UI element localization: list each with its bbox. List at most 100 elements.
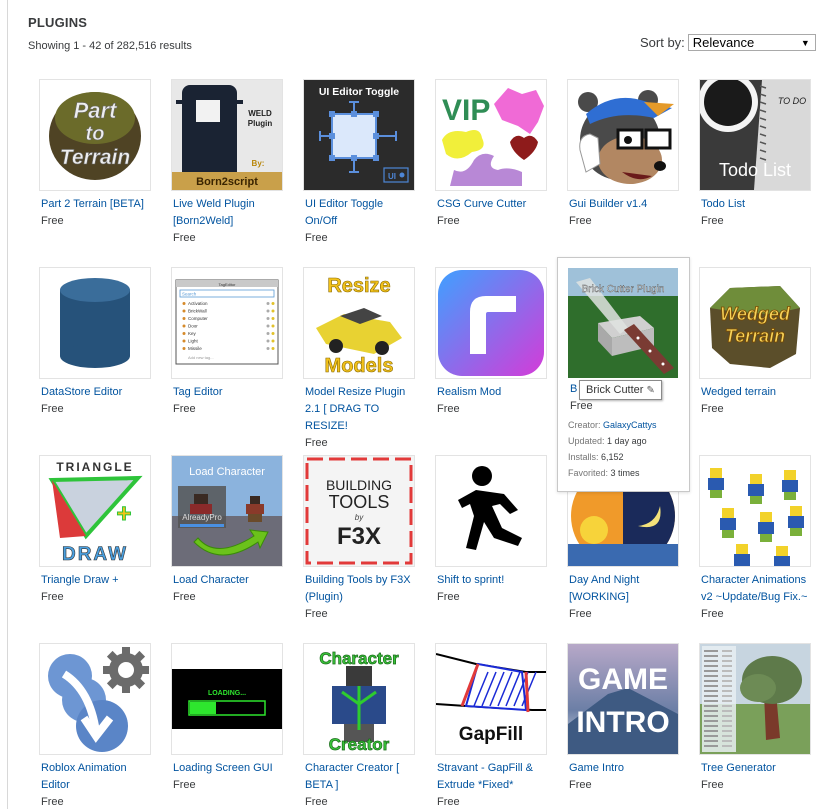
name-tooltip: Brick Cutter ✎ — [579, 380, 662, 400]
plugin-name-link[interactable]: Gui Builder v1.4 — [567, 196, 681, 213]
thumb-text: Todo List — [719, 160, 791, 180]
plugin-name-link[interactable]: Game Intro — [567, 760, 681, 777]
plugin-thumbnail-load-character[interactable]: Load Character AlreadyPro — [171, 455, 283, 567]
creator-row: Creator: GalaxyCattys — [568, 420, 657, 430]
plugin-price: Free — [305, 608, 328, 620]
plugin-price: Free — [437, 403, 460, 415]
thumb-text: Door — [188, 324, 198, 329]
thumb-text: BUILDING — [326, 477, 392, 493]
plugin-name-link[interactable]: Day And Night [WORKING] — [567, 572, 681, 606]
thumb-text: GapFill — [459, 724, 523, 745]
plugin-thumbnail-gapfill[interactable]: GapFill — [435, 643, 547, 755]
plugin-card[interactable]: WELD Plugin By: Born2script Live Weld Pl… — [171, 79, 283, 247]
plugin-thumbnail-realism-r-logo[interactable] — [435, 267, 547, 379]
plugin-thumbnail-todo-list[interactable]: TO DO Todo List — [699, 79, 811, 191]
plugin-card[interactable]: BUILDING TOOLS by F3X Building Tools by … — [303, 455, 415, 623]
thumb-text: Load Character — [189, 466, 265, 478]
plugin-card[interactable]: GAME INTRO Game Intro Free — [567, 643, 679, 794]
plugin-name-link[interactable]: B — [570, 383, 577, 395]
thumb-text: AlreadyPro — [182, 513, 222, 522]
plugin-hover-card[interactable]: Brick Cutter Plugin B Free Creator: Gala… — [557, 257, 690, 492]
plugin-thumbnail-triangle-draw[interactable]: TRIANGLE + DRAW — [39, 455, 151, 567]
plugin-thumbnail-building-tools-f3x[interactable]: BUILDING TOOLS by F3X — [303, 455, 415, 567]
plugin-card[interactable]: Character Animations v2 ~Update/Bug Fix.… — [699, 455, 811, 623]
plugin-name-link[interactable]: Part 2 Terrain [BETA] — [39, 196, 153, 213]
plugin-card[interactable]: Realism Mod Free — [435, 267, 547, 418]
plugin-name-link[interactable]: CSG Curve Cutter — [435, 196, 549, 213]
plugin-thumbnail-csg-shapes[interactable]: VIP — [435, 79, 547, 191]
plugin-thumbnail-wedged-terrain[interactable]: Wedged Terrain — [699, 267, 811, 379]
thumb-text: Light — [188, 339, 199, 344]
thumb-text: By: — [252, 159, 265, 168]
thumb-text: + — [116, 498, 131, 528]
plugin-thumbnail-resize-models-taxi[interactable]: Resize Models — [303, 267, 415, 379]
updated-row: Updated: 1 day ago — [568, 436, 647, 446]
plugin-name-link[interactable]: Model Resize Plugin 2.1 [ DRAG TO RESIZE… — [303, 384, 417, 435]
plugin-thumbnail-character-animations[interactable] — [699, 455, 811, 567]
plugin-name-link[interactable]: Live Weld Plugin [Born2Weld] — [171, 196, 285, 230]
plugin-card[interactable]: Gui Builder v1.4 Free — [567, 79, 679, 230]
plugin-name-link[interactable]: Todo List — [699, 196, 813, 213]
plugin-price: Free — [437, 591, 460, 603]
plugin-thumbnail-brick-cutter[interactable]: Brick Cutter Plugin — [568, 268, 678, 378]
plugin-name-link[interactable]: Loading Screen GUI — [171, 760, 285, 777]
plugin-thumbnail-datastore-cylinder[interactable] — [39, 267, 151, 379]
plugin-name-link[interactable]: Roblox Animation Editor — [39, 760, 153, 794]
plugin-card[interactable]: Character Creator Character Creator [ BE… — [303, 643, 415, 811]
plugin-card[interactable]: TRIANGLE + DRAW Triangle Draw + Free — [39, 455, 151, 606]
plugin-card[interactable]: UI Editor Toggle UI UI Editor Toggle On/… — [303, 79, 415, 247]
plugin-thumbnail-ui-editor-toggle[interactable]: UI Editor Toggle UI — [303, 79, 415, 191]
plugin-card[interactable]: VIP CSG Curve Cutter Free — [435, 79, 547, 230]
thumb-text: INTRO — [576, 706, 669, 739]
plugin-name-link[interactable]: Shift to sprint! — [435, 572, 549, 589]
updated-label: Updated: — [568, 436, 605, 446]
sort-dropdown[interactable]: Relevance ▼ — [687, 34, 816, 51]
plugin-card[interactable]: TagEditor Search Activation BrickWall Comp… — [171, 267, 283, 418]
plugin-card[interactable]: Resize Models Model Resize Plugin 2.1 [ … — [303, 267, 415, 452]
plugin-thumbnail-bear-mascot[interactable] — [567, 79, 679, 191]
plugin-card[interactable]: Roblox Animation Editor Free — [39, 643, 151, 811]
plugin-thumbnail-weld-plugin[interactable]: WELD Plugin By: Born2script — [171, 79, 283, 191]
plugin-name-link[interactable]: DataStore Editor — [39, 384, 153, 401]
plugin-name-link[interactable]: Tag Editor — [171, 384, 285, 401]
plugin-name-link[interactable]: Triangle Draw + — [39, 572, 153, 589]
plugin-card[interactable]: DataStore Editor Free — [39, 267, 151, 418]
plugin-thumbnail-tag-editor-window[interactable]: TagEditor Search Activation BrickWall Comp… — [171, 267, 283, 379]
plugin-thumbnail-part-to-terrain[interactable]: Part to Terrain — [39, 79, 151, 191]
plugin-card[interactable]: TO DO Todo List Todo List Free — [699, 79, 811, 230]
plugin-price: Free — [305, 437, 328, 449]
thumb-text: BrickWall — [188, 309, 207, 314]
plugin-name-link[interactable]: Wedged terrain — [699, 384, 813, 401]
plugin-card[interactable]: LOADING... Loading Screen GUI Free — [171, 643, 283, 794]
plugin-card[interactable]: Tree Generator Free — [699, 643, 811, 794]
plugin-name-link[interactable]: Building Tools by F3X (Plugin) — [303, 572, 417, 606]
plugin-card[interactable]: GapFill Stravant - GapFill & Extrude *Fi… — [435, 643, 547, 811]
plugin-name-link[interactable]: Realism Mod — [435, 384, 549, 401]
plugin-thumbnail-tree-generator[interactable] — [699, 643, 811, 755]
plugin-card[interactable]: Shift to sprint! Free — [435, 455, 547, 606]
thumb-text: LOADING... — [208, 690, 246, 697]
thumb-text: by — [355, 513, 364, 522]
plugin-card[interactable]: Part to Terrain Part 2 Terrain [BETA] Fr… — [39, 79, 151, 230]
plugin-name-link[interactable]: Load Character — [171, 572, 285, 589]
plugin-name-link[interactable]: UI Editor Toggle On/Off — [303, 196, 417, 230]
plugin-thumbnail-character-creator[interactable]: Character Creator — [303, 643, 415, 755]
thumb-text: Key — [188, 331, 197, 336]
tooltip-text: Brick Cutter — [586, 384, 644, 396]
page-left-border — [7, 0, 8, 809]
plugin-card[interactable]: Load Character AlreadyPro Load Character… — [171, 455, 283, 606]
plugin-thumbnail-animation-editor[interactable] — [39, 643, 151, 755]
plugin-name-link[interactable]: Character Creator [ BETA ] — [303, 760, 417, 794]
plugin-name-link[interactable]: Tree Generator — [699, 760, 813, 777]
plugin-name-link[interactable]: Character Animations v2 ~Update/Bug Fix.… — [699, 572, 813, 606]
plugin-card[interactable]: Wedged Terrain Wedged terrain Free — [699, 267, 811, 418]
plugin-thumbnail-loading-screen[interactable]: LOADING... — [171, 643, 283, 755]
sort-label: Sort by: — [640, 35, 685, 50]
sort-control: Sort by: Relevance ▼ — [640, 34, 816, 51]
plugin-name-link[interactable]: Stravant - GapFill & Extrude *Fixed* — [435, 760, 549, 794]
favorited-value: 3 times — [610, 468, 640, 478]
creator-link[interactable]: GalaxyCattys — [603, 420, 657, 430]
plugin-thumbnail-running-man[interactable] — [435, 455, 547, 567]
thumb-text: TOOLS — [329, 492, 390, 512]
plugin-thumbnail-game-intro[interactable]: GAME INTRO — [567, 643, 679, 755]
